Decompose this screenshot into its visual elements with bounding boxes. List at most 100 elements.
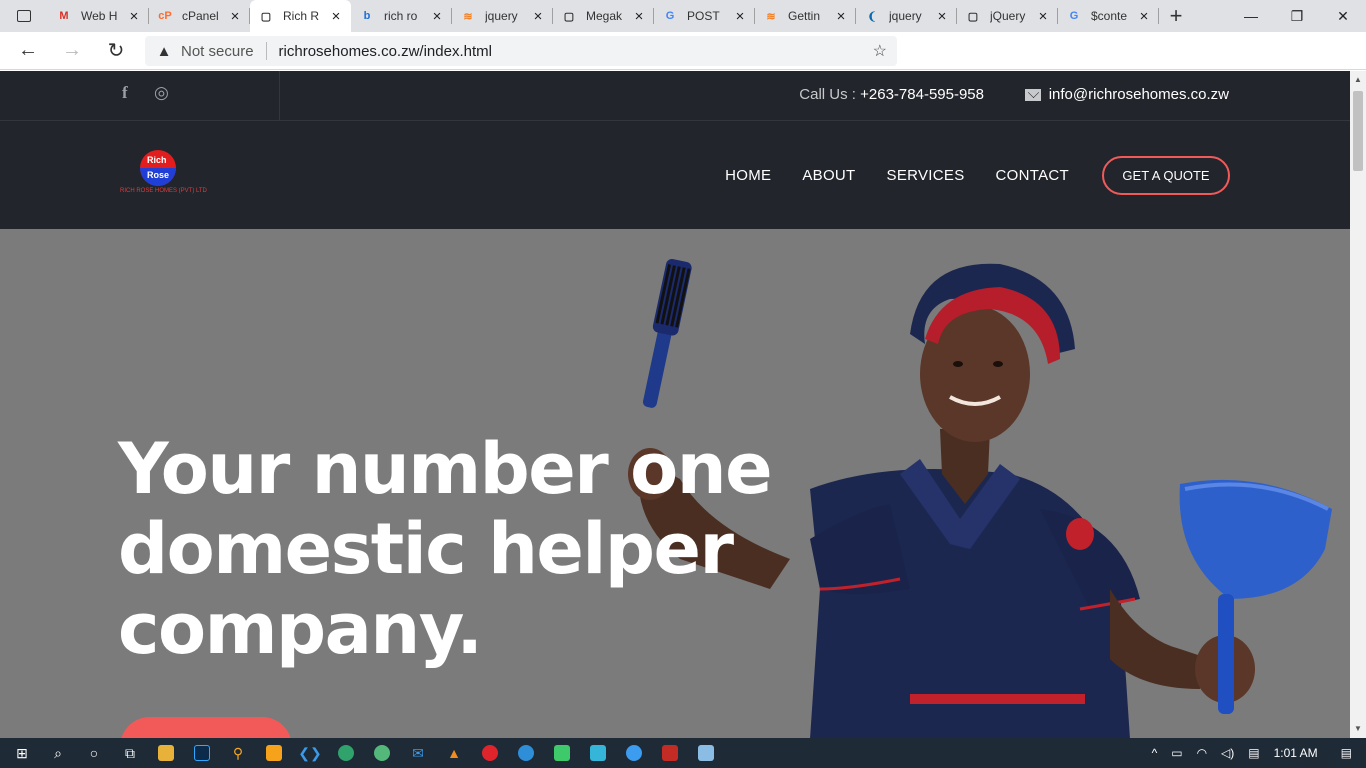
forward-button[interactable]: → (50, 32, 94, 70)
browser-tab[interactable]: ▢ Megak × (553, 0, 654, 32)
close-tab-icon[interactable]: × (430, 8, 444, 25)
email-contact[interactable]: info@richrosehomes.co.zw (1024, 86, 1229, 103)
page-scrollbar[interactable]: ▲ ▼ (1350, 71, 1366, 738)
browser-tab[interactable]: M Web H × (48, 0, 149, 32)
add-favorite-icon[interactable]: ☆ (873, 41, 887, 61)
hero-headline: Your number one domestic helper company. (118, 428, 773, 670)
tab-title: rich ro (384, 9, 418, 23)
notifications-icon[interactable]: ▤ (1341, 746, 1352, 760)
call-label: Call Us : (799, 86, 861, 103)
scroll-down-icon[interactable]: ▼ (1350, 722, 1366, 736)
task-view-icon[interactable]: ⧉ (112, 738, 148, 768)
bing-icon: b (363, 10, 371, 22)
browser-tab-bar: M Web H × cP cPanel × ▢ Rich R × b rich ro × ≋ jquery… (0, 0, 1366, 32)
wifi-icon[interactable]: ◠ (1197, 746, 1207, 760)
close-tab-icon[interactable]: × (228, 8, 242, 25)
tab-title: POST (687, 9, 720, 23)
windows-taskbar: ⊞ ⌕ ○ ⧉ ⚲ ❮❯ ✉ ▲ ^ ▭ ◠ ◁) ▤ 1:01 AM ▤ (0, 738, 1366, 768)
screen: M Web H × cP cPanel × ▢ Rich R × b rich ro × ≋ jquery… (0, 0, 1366, 768)
scroll-thumb[interactable] (1353, 91, 1363, 171)
battery-icon[interactable]: ▭ (1171, 746, 1182, 760)
browser-tab[interactable]: ▢ jQuery × (957, 0, 1058, 32)
tab-actions-icon (17, 10, 31, 22)
media-player-icon[interactable] (256, 738, 292, 768)
opera-icon[interactable] (472, 738, 508, 768)
page-icon: ▢ (260, 10, 272, 23)
phone-number[interactable]: +263-784-595-958 (860, 86, 984, 103)
chrome-icon[interactable] (364, 738, 400, 768)
security-label: Not secure (181, 42, 254, 60)
close-tab-icon[interactable]: × (531, 8, 545, 25)
clock[interactable]: 1:01 AM (1274, 746, 1318, 760)
nav-about[interactable]: ABOUT (802, 167, 855, 184)
close-tab-icon[interactable]: × (127, 8, 141, 25)
page-icon: ▢ (967, 10, 979, 23)
new-tab-button[interactable]: + (1159, 0, 1193, 32)
volume-icon[interactable]: ◁) (1221, 746, 1234, 760)
get-a-quote-button[interactable]: GET A QUOTE (1102, 156, 1230, 195)
browser-tab[interactable]: G POST × (654, 0, 755, 32)
search-icon[interactable]: ⌕ (40, 738, 76, 768)
nav-links: HOME ABOUT SERVICES CONTACT (694, 167, 1069, 184)
nav-contact[interactable]: CONTACT (996, 167, 1069, 184)
close-tab-icon[interactable]: × (1036, 8, 1050, 25)
nav-services[interactable]: SERVICES (887, 167, 965, 184)
edge-dev-icon[interactable] (328, 738, 364, 768)
minimize-button[interactable]: — (1228, 0, 1274, 32)
facebook-icon[interactable]: f (122, 83, 128, 103)
envelope-icon (1024, 88, 1041, 101)
filezilla-icon[interactable] (652, 738, 688, 768)
tray-chevron-icon[interactable]: ^ (1152, 746, 1158, 760)
google-icon: G (665, 10, 675, 22)
keyboard-icon[interactable]: ▤ (1248, 746, 1259, 760)
maximize-button[interactable]: ❐ (1274, 0, 1320, 32)
url-field[interactable]: ▲ Not secure richrosehomes.co.zw/index.h… (145, 36, 897, 66)
instagram-icon[interactable]: ◎ (154, 83, 169, 103)
tab-strip: M Web H × cP cPanel × ▢ Rich R × b rich ro × ≋ jquery… (48, 0, 1159, 32)
close-tab-icon[interactable]: × (329, 8, 343, 25)
browser-tab[interactable]: ≋ Gettin × (755, 0, 856, 32)
notepad-icon[interactable] (688, 738, 724, 768)
browser-tab[interactable]: ≋ jquery × (452, 0, 553, 32)
tab-title: $conte (1091, 9, 1128, 23)
edge-icon[interactable] (508, 738, 544, 768)
vlc-icon[interactable]: ▲ (436, 738, 472, 768)
tab-title: cPanel (182, 9, 219, 23)
webpage: f ◎ Call Us : +263-784-595-958 info@rich… (0, 71, 1350, 738)
browser-tab[interactable]: b rich ro × (351, 0, 452, 32)
android-icon[interactable] (544, 738, 580, 768)
sync-icon[interactable] (580, 738, 616, 768)
vscode-icon[interactable]: ❮❯ (292, 738, 328, 768)
close-tab-icon[interactable]: × (1137, 8, 1151, 25)
tab-actions-button[interactable] (0, 0, 48, 32)
refresh-button[interactable]: ↻ (94, 32, 138, 70)
cortana-icon[interactable]: ○ (76, 738, 112, 768)
close-tab-icon[interactable]: × (733, 8, 747, 25)
scroll-up-icon[interactable]: ▲ (1350, 73, 1366, 87)
browser-tab[interactable]: G $conte × (1058, 0, 1159, 32)
browser-tab[interactable]: cP cPanel × (149, 0, 250, 32)
search-app-icon[interactable]: ⚲ (220, 738, 256, 768)
windows-start-icon[interactable]: ⊞ (4, 738, 40, 768)
logo-line1: Rich (147, 155, 167, 165)
nav-home[interactable]: HOME (725, 167, 771, 184)
mail-icon[interactable]: ✉ (400, 738, 436, 768)
url-text: richrosehomes.co.zw/index.html (278, 42, 492, 60)
close-tab-icon[interactable]: × (834, 8, 848, 25)
photoshop-icon[interactable] (184, 738, 220, 768)
close-window-button[interactable]: ✕ (1320, 0, 1366, 32)
back-button[interactable]: ← (6, 32, 50, 70)
close-tab-icon[interactable]: × (632, 8, 646, 25)
safari-icon[interactable] (616, 738, 652, 768)
tab-title: jquery (485, 9, 518, 23)
stackoverflow-icon: ≋ (463, 10, 473, 23)
gmail-icon: M (59, 10, 69, 22)
browser-tab[interactable]: ▢ Rich R × (250, 0, 351, 32)
tab-title: Megak (586, 9, 623, 23)
site-logo[interactable]: Rich Rose RICH ROSE HOMES (PVT) LTD (118, 150, 207, 200)
close-tab-icon[interactable]: × (935, 8, 949, 25)
file-explorer-icon[interactable] (148, 738, 184, 768)
browser-tab[interactable]: ❨ jquery × (856, 0, 957, 32)
hero-cta-button[interactable] (120, 717, 292, 738)
tab-title: Rich R (283, 9, 320, 23)
